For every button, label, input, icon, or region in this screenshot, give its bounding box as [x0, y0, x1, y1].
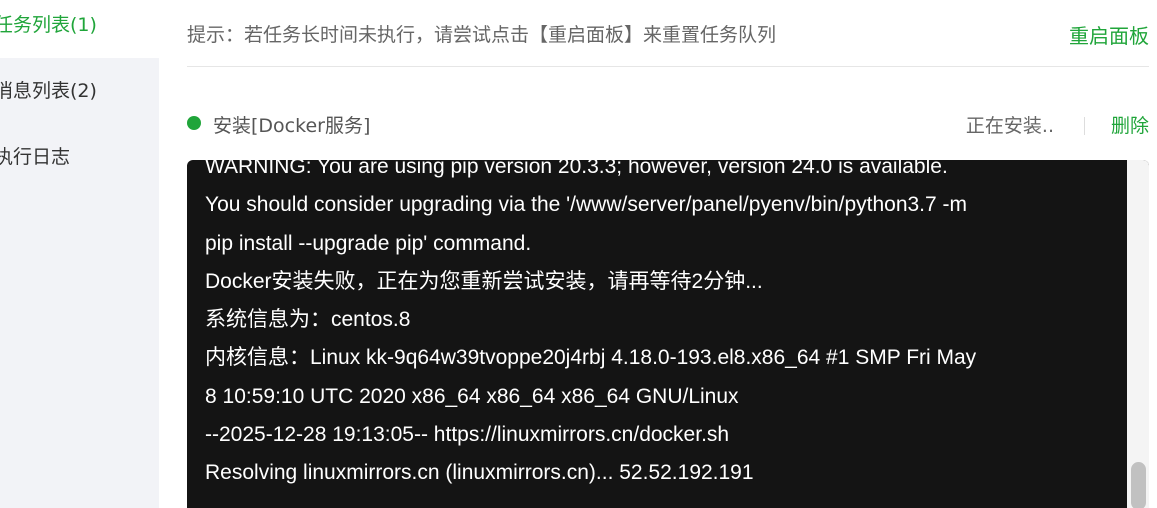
- console-line: pip install --upgrade pip' command.: [205, 231, 532, 255]
- sidebar: 任务列表(1) 消息列表(2) 执行日志: [0, 0, 159, 508]
- console-line: You should consider upgrading via the '/…: [205, 193, 968, 217]
- task-row: 安装[Docker服务] 正在安装.. 删除: [187, 104, 1149, 144]
- tip-bar: 提示：若任务长时间未执行，请尝试点击【重启面板】来重置任务队列 重启面板: [187, 0, 1149, 67]
- console-line: --2025-12-28 19:13:05-- https://linuxmir…: [205, 423, 730, 447]
- task-log-console[interactable]: WARNING: You are using pip version 20.3.…: [187, 160, 1149, 508]
- tip-text: 提示：若任务长时间未执行，请尝试点击【重启面板】来重置任务队列: [187, 24, 777, 46]
- console-line: Resolving linuxmirrors.cn (linuxmirrors.…: [205, 461, 754, 485]
- console-line: Docker安装失败，正在为您重新尝试安装，请再等待2分钟...: [205, 269, 763, 293]
- console-scrollbar-thumb[interactable]: [1131, 462, 1146, 508]
- console-lines: WARNING: You are using pip version 20.3.…: [205, 160, 1115, 493]
- console-line: 内核信息：Linux kk-9q64w39tvoppe20j4rbj 4.18.…: [205, 346, 977, 370]
- restart-panel-button[interactable]: 重启面板: [1069, 20, 1149, 49]
- divider: [1084, 117, 1085, 135]
- task-status: 正在安装..: [965, 115, 1054, 137]
- status-dot-icon: [187, 116, 201, 130]
- console-scrollbar[interactable]: [1127, 160, 1149, 508]
- console-line: WARNING: You are using pip version 20.3.…: [205, 160, 948, 178]
- console-line: 系统信息为：centos.8: [205, 308, 411, 332]
- task-name: 安装[Docker服务]: [213, 115, 371, 137]
- main-panel: 提示：若任务长时间未执行，请尝试点击【重启面板】来重置任务队列 重启面板 安装[…: [187, 0, 1149, 508]
- sidebar-item-execution-log[interactable]: 执行日志: [0, 124, 159, 190]
- sidebar-item-message-list[interactable]: 消息列表(2): [0, 58, 159, 124]
- console-line: 8 10:59:10 UTC 2020 x86_64 x86_64 x86_64…: [205, 384, 739, 408]
- delete-task-button[interactable]: 删除: [1111, 111, 1149, 138]
- sidebar-item-task-list[interactable]: 任务列表(1): [0, 0, 159, 58]
- task-manager-window: 任务列表(1) 消息列表(2) 执行日志 提示：若任务长时间未执行，请尝试点击【…: [0, 0, 1157, 508]
